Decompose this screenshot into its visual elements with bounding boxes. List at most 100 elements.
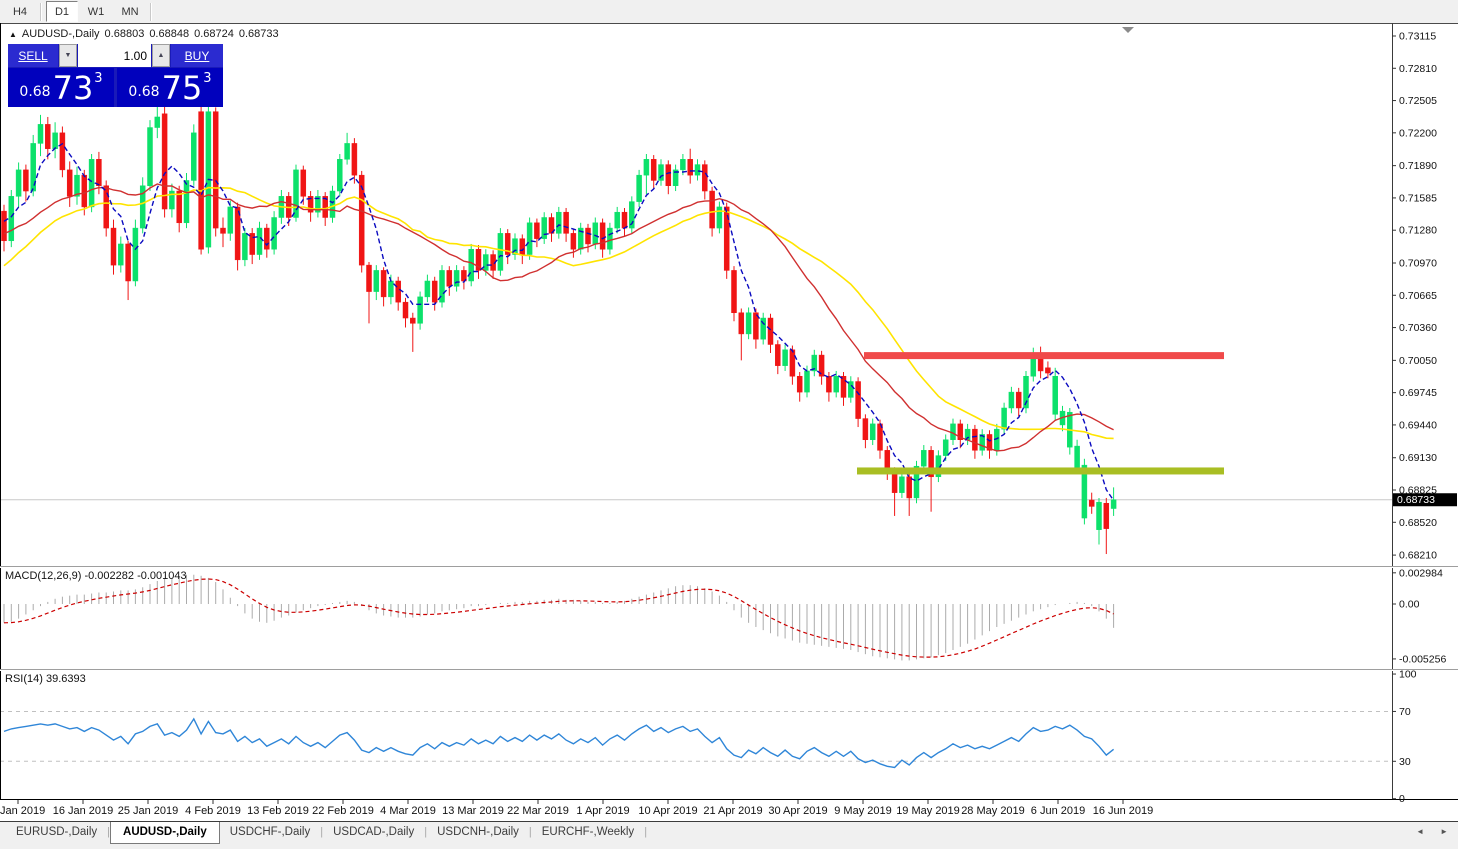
price-axis-label: 0.71585 — [1399, 192, 1437, 204]
rsi-layer — [4, 719, 1114, 768]
candle-body — [1089, 500, 1094, 506]
volume-increase-button[interactable]: ▲ — [152, 44, 170, 67]
candle-body — [242, 233, 247, 259]
period-toolbar: H4 D1W1MN — [0, 0, 1458, 23]
candle-body — [921, 450, 926, 466]
date-axis-label: 28 May 2019 — [961, 805, 1025, 817]
candle-body — [301, 170, 306, 196]
chart-tab-usdchf-daily[interactable]: USDCHF-,Daily — [220, 822, 321, 843]
chart-symbol-label: AUDUSD-,Daily — [22, 28, 100, 40]
candle-body — [1045, 368, 1050, 373]
period-button-d1[interactable]: D1 — [46, 1, 78, 22]
price-axis-label: 0.69745 — [1399, 387, 1437, 399]
chart-tab-usdcad-daily[interactable]: USDCAD-,Daily — [323, 822, 424, 843]
candle-body — [1104, 503, 1109, 528]
candle-body — [45, 124, 50, 148]
date-axis-label: 9 May 2019 — [834, 805, 891, 817]
chart-tab-usdcnh-daily[interactable]: USDCNH-,Daily — [427, 822, 529, 843]
candle-body — [345, 143, 350, 159]
bid-prefix: 0.68 — [19, 84, 50, 100]
candle-body — [89, 159, 94, 207]
candle-body — [388, 281, 393, 297]
candle-body — [775, 344, 780, 365]
period-button-w1[interactable]: W1 — [80, 1, 112, 22]
rsi-indicator-label: RSI(14) 39.6393 — [5, 673, 86, 685]
candle-body — [221, 228, 226, 233]
candle-body — [337, 159, 342, 191]
candle-body — [637, 175, 642, 201]
ohlc-open: 0.68803 — [105, 28, 145, 40]
candle-body — [1053, 376, 1058, 414]
collapse-triangle-icon[interactable]: ▲ — [9, 30, 17, 39]
volume-decrease-button[interactable]: ▼ — [59, 44, 77, 67]
buy-button[interactable]: BUY — [171, 44, 223, 67]
ohlc-close: 0.68733 — [239, 28, 279, 40]
candle-body — [118, 244, 123, 265]
candle-body — [972, 429, 977, 450]
macd-axis-label: 0.00 — [1399, 599, 1420, 611]
candle-body — [797, 376, 802, 392]
candle-body — [199, 112, 204, 250]
candle-body — [651, 159, 656, 180]
rsi-axis-label: 70 — [1399, 706, 1411, 718]
mt4-window: { "toolbar": { "periods": [ {"label": "H… — [0, 0, 1458, 849]
chart-tab-eurchf-weekly[interactable]: EURCHF-,Weekly — [532, 822, 644, 843]
period-button-h4[interactable]: H4 — [4, 1, 36, 22]
price-axis-label: 0.68210 — [1399, 550, 1437, 562]
tab-divider: | — [644, 822, 647, 838]
macd-layer — [4, 575, 1114, 661]
candle-body — [1016, 392, 1021, 408]
candle-body — [659, 165, 664, 181]
price-axis-label: 0.70665 — [1399, 290, 1437, 302]
ask-prefix: 0.68 — [128, 84, 159, 100]
axes-layer: 0.731150.728100.725050.722000.718900.715… — [0, 23, 1458, 817]
rsi-axis-label: 0 — [1399, 793, 1405, 805]
candle-body — [1009, 392, 1014, 408]
ask-price-box[interactable]: 0.68 75 3 — [117, 68, 223, 107]
chart-tab-bar: EURUSD-,Daily | AUDUSD-,DailyUSDCHF-,Daily… — [0, 821, 1458, 849]
candle-body — [111, 228, 116, 265]
bid-price-box[interactable]: 0.68 73 3 — [8, 68, 114, 107]
candle-body — [607, 228, 612, 249]
candle-body — [768, 318, 773, 344]
sell-button[interactable]: SELL — [8, 44, 58, 67]
date-axis-label: 25 Jan 2019 — [118, 805, 179, 817]
ohlc-low: 0.68724 — [194, 28, 234, 40]
period-button-mn[interactable]: MN — [114, 1, 146, 22]
chart-canvas[interactable]: 0.731150.728100.725050.722000.718900.715… — [0, 23, 1458, 821]
candle-body — [75, 175, 80, 196]
candle-body — [352, 143, 357, 175]
support-band — [857, 467, 1224, 474]
candle-body — [483, 255, 488, 271]
candle-body — [892, 471, 897, 492]
candle-body — [746, 313, 751, 334]
volume-input[interactable] — [78, 44, 151, 67]
candle-body — [257, 228, 262, 254]
chart-tab-audusd-daily[interactable]: AUDUSD-,Daily — [110, 822, 220, 844]
candle-body — [1075, 446, 1080, 467]
candle-body — [96, 159, 101, 185]
candle-body — [498, 233, 503, 270]
candle-body — [381, 270, 386, 296]
candle-body — [870, 424, 875, 440]
price-axis-label: 0.71280 — [1399, 225, 1437, 237]
candle-body — [228, 207, 233, 233]
candle-body — [848, 382, 853, 398]
toolbar-separator — [40, 3, 42, 21]
bid-big-figure: 73 — [53, 70, 94, 106]
price-axis-label: 0.72200 — [1399, 127, 1437, 139]
date-axis-label: 7 Jan 2019 — [0, 805, 45, 817]
ohlc-high: 0.68848 — [149, 28, 189, 40]
tab-scroll-right-icon[interactable]: ► — [1440, 827, 1448, 836]
candle-body — [184, 180, 189, 222]
candle-body — [250, 233, 255, 254]
current-price-tag-text: 0.68733 — [1397, 494, 1435, 506]
price-axis-label: 0.72505 — [1399, 95, 1437, 107]
bid-pipette: 3 — [94, 71, 102, 86]
chart-title: ▲ AUDUSD-,Daily 0.68803 0.68848 0.68724 … — [9, 28, 279, 40]
chart-tab-eurusd-daily[interactable]: EURUSD-,Daily — [6, 822, 107, 843]
price-axis-label: 0.71890 — [1399, 160, 1437, 172]
tab-scroll-left-icon[interactable]: ◄ — [1416, 827, 1424, 836]
price-axis-label: 0.69440 — [1399, 419, 1437, 431]
candle-body — [534, 223, 539, 239]
